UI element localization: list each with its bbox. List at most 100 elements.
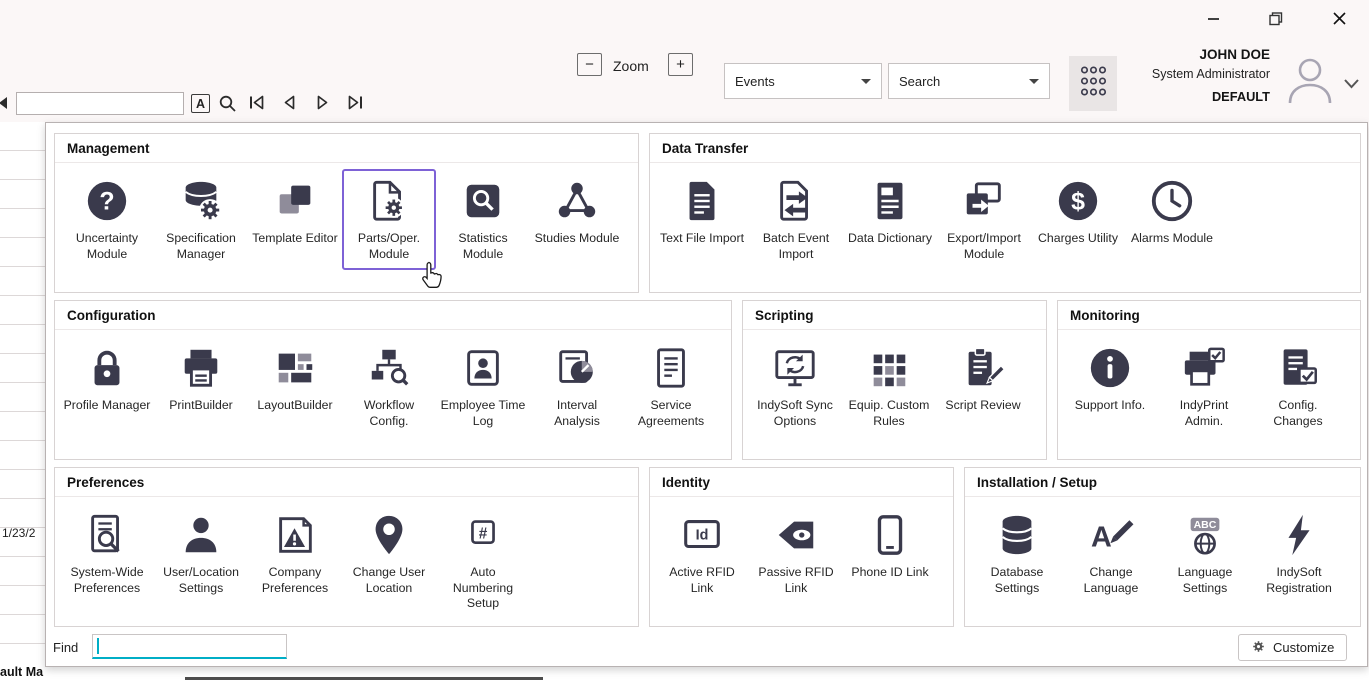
- group-preferences: Preferences System-Wide Preferences User…: [54, 467, 639, 627]
- menu-item-indysoft-sync-options[interactable]: IndySoft Sync Options: [748, 336, 842, 437]
- menu-item-label: Database Settings: [973, 565, 1061, 596]
- user-menu-chevron[interactable]: [1344, 76, 1359, 94]
- menu-item-specification-manager[interactable]: Specification Manager: [154, 169, 248, 270]
- menu-item-support-info[interactable]: Support Info.: [1063, 336, 1157, 422]
- zoom-in-button[interactable]: +: [668, 53, 693, 76]
- go-next-button[interactable]: [316, 95, 329, 115]
- menu-item-change-language[interactable]: A Change Language: [1064, 503, 1158, 604]
- user-avatar[interactable]: [1284, 55, 1336, 108]
- clock-icon: [1149, 178, 1195, 224]
- menu-item-service-agreements[interactable]: Service Agreements: [624, 336, 718, 437]
- background-table-rows: [0, 122, 45, 667]
- menu-item-label: Support Info.: [1075, 398, 1145, 414]
- modules-menu-panel: Management ? Uncertainty Module Specific…: [45, 122, 1368, 667]
- search-dropdown-value: Search: [899, 74, 940, 89]
- menu-item-employee-time-log[interactable]: Employee Time Log: [436, 336, 530, 437]
- quick-search-input[interactable]: [16, 92, 184, 115]
- go-first-button[interactable]: [248, 95, 265, 115]
- template-squares-icon: [272, 178, 318, 224]
- group-title: Configuration: [55, 301, 731, 330]
- menu-item-phone-id-link[interactable]: Phone ID Link: [843, 503, 937, 589]
- close-button[interactable]: [1324, 8, 1354, 34]
- search-button[interactable]: [218, 94, 237, 118]
- question-circle-icon: ?: [84, 178, 130, 224]
- menu-item-indysoft-registration[interactable]: IndySoft Registration: [1252, 503, 1346, 604]
- text-caret: [97, 638, 99, 654]
- go-last-button[interactable]: [347, 95, 364, 115]
- menu-item-label: Script Review: [945, 398, 1020, 414]
- group-title: Identity: [650, 468, 953, 497]
- hash-square-icon: #: [460, 512, 506, 558]
- menu-item-interval-analysis[interactable]: Interval Analysis: [530, 336, 624, 437]
- app-screen: 1/23/2 ault Ma − Zoom + Events Search: [0, 0, 1369, 681]
- menu-item-label: Data Dictionary: [848, 231, 932, 247]
- menu-item-batch-event-import[interactable]: Batch Event Import: [749, 169, 843, 270]
- svg-text:$: $: [1071, 188, 1085, 216]
- menu-item-export-import-module[interactable]: Export/Import Module: [937, 169, 1031, 270]
- menu-item-uncertainty-module[interactable]: ? Uncertainty Module: [60, 169, 154, 270]
- menu-item-label: Profile Manager: [64, 398, 151, 414]
- abc-globe-icon: ABC: [1182, 512, 1228, 558]
- group-title: Monitoring: [1058, 301, 1360, 330]
- menu-item-label: Service Agreements: [627, 398, 715, 429]
- back-arrow-button[interactable]: [0, 96, 8, 115]
- zoom-out-button[interactable]: −: [577, 53, 602, 76]
- menu-item-printbuilder[interactable]: PrintBuilder: [154, 336, 248, 422]
- menu-item-indyprint-admin[interactable]: IndyPrint Admin.: [1157, 336, 1251, 437]
- find-input[interactable]: [92, 634, 287, 659]
- menu-item-label: Template Editor: [252, 231, 337, 247]
- customize-label: Customize: [1273, 640, 1334, 655]
- menu-item-profile-manager[interactable]: Profile Manager: [60, 336, 154, 422]
- menu-item-layoutbuilder[interactable]: LayoutBuilder: [248, 336, 342, 422]
- grid-blocks-icon: [866, 345, 912, 391]
- document-lines-icon: [679, 178, 725, 224]
- search-dropdown[interactable]: Search: [888, 63, 1050, 99]
- menu-item-auto-numbering-setup[interactable]: # Auto Numbering Setup: [436, 503, 530, 620]
- events-dropdown[interactable]: Events: [724, 63, 882, 99]
- menu-item-data-dictionary[interactable]: Data Dictionary: [843, 169, 937, 255]
- minimize-button[interactable]: [1198, 8, 1228, 34]
- menu-item-workflow-config[interactable]: Workflow Config.: [342, 336, 436, 437]
- menu-item-label: Auto Numbering Setup: [439, 565, 527, 612]
- menu-item-label: Charges Utility: [1038, 231, 1118, 247]
- user-name: JOHN DOE: [1100, 47, 1270, 62]
- menu-item-language-settings[interactable]: ABC Language Settings: [1158, 503, 1252, 604]
- menu-item-label: Alarms Module: [1131, 231, 1213, 247]
- next-icon: [316, 95, 329, 115]
- book-lines-icon: [867, 178, 913, 224]
- background-bottom-line: [185, 677, 543, 680]
- search-icon: [218, 94, 237, 118]
- restore-button[interactable]: [1261, 8, 1291, 34]
- menu-item-label: PrintBuilder: [169, 398, 233, 414]
- menu-item-active-rfid-link[interactable]: Id Active RFID Link: [655, 503, 749, 604]
- match-case-button[interactable]: A: [191, 94, 210, 113]
- menu-item-text-file-import[interactable]: Text File Import: [655, 169, 749, 255]
- menu-item-alarms-module[interactable]: Alarms Module: [1125, 169, 1219, 255]
- menu-item-user-location-settings[interactable]: User/Location Settings: [154, 503, 248, 604]
- menu-item-studies-module[interactable]: Studies Module: [530, 169, 624, 255]
- menu-item-label: Change Language: [1067, 565, 1155, 596]
- svg-text:A: A: [1091, 522, 1112, 554]
- menu-item-template-editor[interactable]: Template Editor: [248, 169, 342, 255]
- menu-item-database-settings[interactable]: Database Settings: [970, 503, 1064, 604]
- menu-item-passive-rfid-link[interactable]: Passive RFID Link: [749, 503, 843, 604]
- document-sync-icon: [773, 178, 819, 224]
- menu-item-system-wide-preferences[interactable]: System-Wide Preferences: [60, 503, 154, 604]
- menu-item-charges-utility[interactable]: $ Charges Utility: [1031, 169, 1125, 255]
- person-icon: [178, 512, 224, 558]
- group-management: Management ? Uncertainty Module Specific…: [54, 133, 639, 293]
- magnifier-square-icon: [460, 178, 506, 224]
- menu-item-label: IndySoft Registration: [1255, 565, 1343, 596]
- database-icon: [994, 512, 1040, 558]
- menu-item-script-review[interactable]: Script Review: [936, 336, 1030, 422]
- menu-item-parts-oper-module[interactable]: Parts/Oper. Module: [342, 169, 436, 270]
- customize-button[interactable]: Customize: [1238, 634, 1347, 661]
- menu-item-equip-custom-rules[interactable]: Equip. Custom Rules: [842, 336, 936, 437]
- menu-item-statistics-module[interactable]: Statistics Module: [436, 169, 530, 270]
- menu-item-change-user-location[interactable]: Change User Location: [342, 503, 436, 604]
- svg-text:#: #: [479, 525, 488, 542]
- go-previous-button[interactable]: [283, 95, 296, 115]
- events-dropdown-value: Events: [735, 74, 775, 89]
- menu-item-config-changes[interactable]: Config. Changes: [1251, 336, 1345, 437]
- menu-item-company-preferences[interactable]: Company Preferences: [248, 503, 342, 604]
